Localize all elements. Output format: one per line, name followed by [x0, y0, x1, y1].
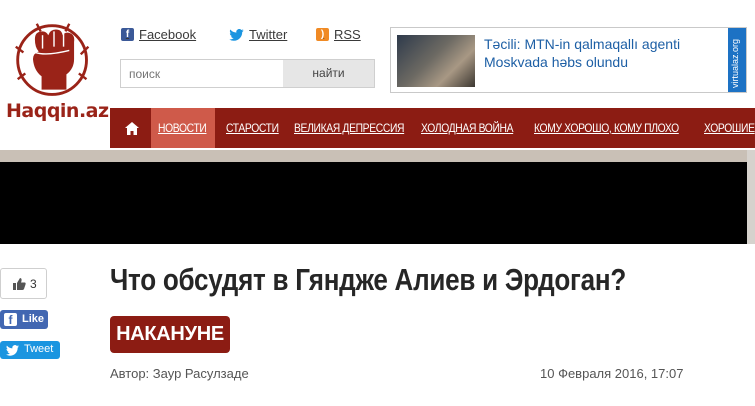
rss-label: RSS: [334, 27, 361, 42]
site-logo-text[interactable]: Haqqin.az: [6, 100, 109, 122]
thumbs-up-icon: [13, 278, 26, 290]
facebook-icon: f: [4, 313, 17, 327]
search-input[interactable]: [121, 60, 291, 87]
twitter-link[interactable]: Twitter: [229, 27, 287, 42]
fist-logo-icon[interactable]: [6, 18, 102, 104]
nav-item-khoroshie[interactable]: ХОРОШИЕ: [704, 108, 755, 148]
tweet-label: Tweet: [24, 343, 54, 355]
facebook-link[interactable]: f Facebook: [121, 27, 196, 42]
main-nav: НОВОСТИ СТАРОСТИ ВЕЛИКАЯ ДЕПРЕССИЯ ХОЛОД…: [110, 108, 755, 148]
tweet-button[interactable]: Tweet: [0, 341, 60, 359]
article-author: Автор: Заур Расулзаде: [110, 366, 249, 381]
like-count: 3: [30, 277, 37, 291]
rss-icon: ): [316, 28, 329, 41]
twitter-bird-icon: [6, 345, 19, 356]
nav-item-novosti[interactable]: НОВОСТИ: [158, 108, 207, 148]
search-button[interactable]: найти: [283, 60, 374, 87]
article-date: 10 Февраля 2016, 17:07: [540, 366, 684, 381]
article-title: Что обсудят в Гяндже Алиев и Эрдоган?: [110, 262, 627, 297]
rss-link[interactable]: ) RSS: [316, 27, 361, 42]
facebook-like-label: Like: [22, 313, 45, 325]
like-count-box[interactable]: 3: [0, 268, 47, 299]
banner-side-strip: [747, 150, 755, 244]
home-icon: [125, 122, 139, 135]
nav-item-velikaya-depressiya[interactable]: ВЕЛИКАЯ ДЕПРЕССИЯ: [294, 108, 405, 148]
promo-source-label: virtualaz.org: [730, 38, 740, 88]
facebook-like-button[interactable]: f Like: [0, 310, 48, 329]
facebook-icon: f: [121, 28, 134, 41]
promo-news-block[interactable]: Təcili: MTN-in qalmaqallı agenti Moskvad…: [390, 27, 747, 93]
banner-image-edge: [0, 150, 755, 162]
promo-photo[interactable]: [397, 35, 475, 87]
twitter-bird-icon: [229, 28, 244, 41]
nav-home-button[interactable]: [115, 108, 148, 148]
category-badge[interactable]: НАКАНУНЕ: [110, 316, 230, 353]
promo-source-tab[interactable]: virtualaz.org: [728, 28, 746, 92]
search-form: найти: [120, 59, 375, 88]
nav-item-starosti[interactable]: СТАРОСТИ: [226, 108, 279, 148]
article-banner-image: [0, 162, 747, 244]
facebook-label: Facebook: [139, 27, 197, 42]
twitter-label: Twitter: [249, 27, 288, 42]
promo-headline[interactable]: Təcili: MTN-in qalmaqallı agenti Moskvad…: [484, 35, 724, 71]
nav-item-kholodnaya-voyna[interactable]: ХОЛОДНАЯ ВОЙНА: [421, 108, 514, 148]
nav-item-komu-khorosho[interactable]: КОМУ ХОРОШО, КОМУ ПЛОХО: [534, 108, 679, 148]
